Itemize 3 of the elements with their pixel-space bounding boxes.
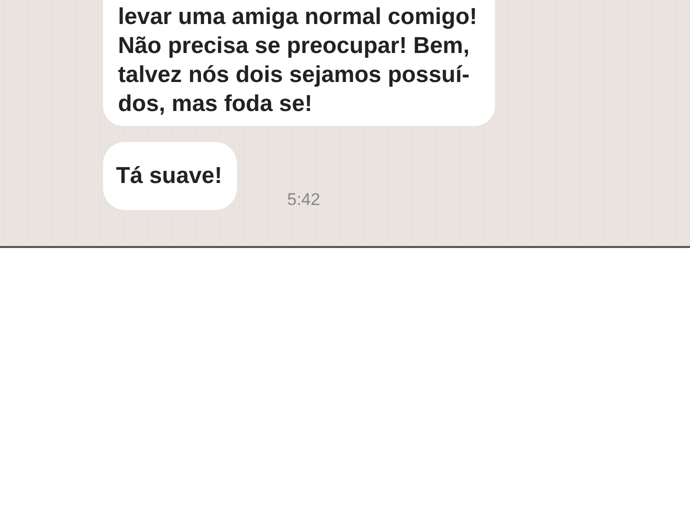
message-time: 5:42 xyxy=(287,190,320,210)
message-bubble: Tá suave! xyxy=(103,142,238,210)
message-bubble: levar uma amiga normal comigo! Não precisa se preocupar! Bem, talvez nós dois sejamos possuí- dos, mas foda se! xyxy=(103,0,496,126)
